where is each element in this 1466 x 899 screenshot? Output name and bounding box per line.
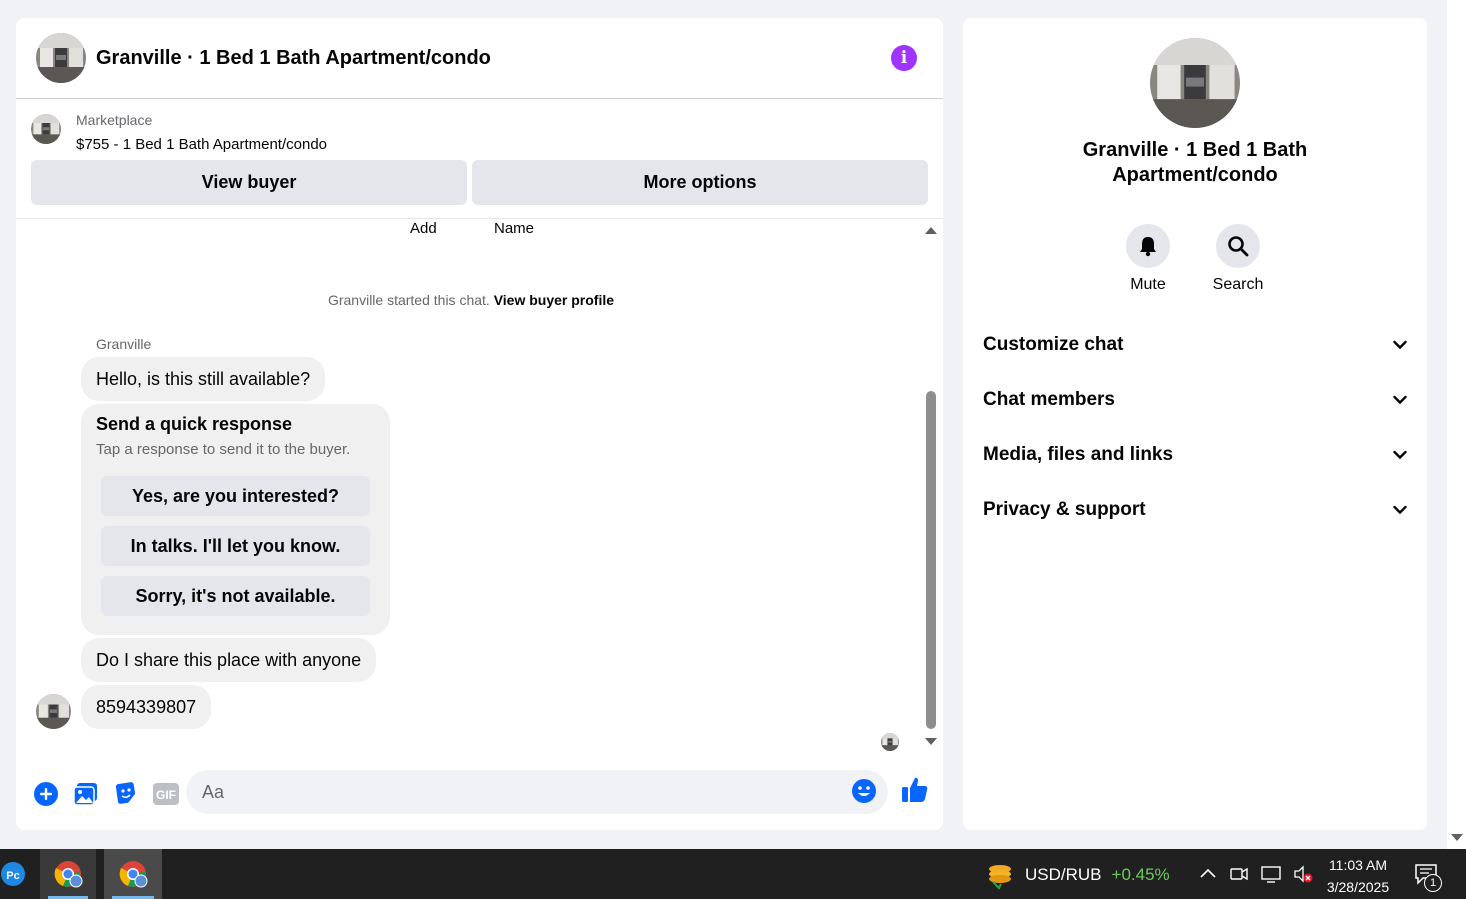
chevron-up-icon[interactable] [1198,864,1218,884]
quick-response-subtitle: Tap a response to send it to the buyer. [96,441,351,458]
svg-text:Pc: Pc [6,870,19,882]
taskbar-chrome-icon[interactable] [40,849,96,899]
more-options-button[interactable]: More options [472,160,928,205]
message-bubble[interactable]: Do I share this place with anyone [81,638,377,682]
section-privacy-support[interactable]: Privacy & support [983,490,1407,530]
scroll-up-arrow-icon[interactable] [925,227,937,234]
page-scrollbar-track[interactable] [1447,0,1466,849]
emoji-icon[interactable] [851,778,877,809]
message-list: Add Name Granville started this chat. Vi… [16,220,943,760]
message-bubble[interactable]: Hello, is this still available? [81,357,326,401]
sender-name: Granville [96,336,152,352]
section-chat-members[interactable]: Chat members [983,380,1407,420]
search-button[interactable]: Search [1203,224,1273,294]
camera-icon[interactable] [1228,863,1250,885]
sender-avatar[interactable] [36,694,71,729]
system-tray [1198,863,1314,885]
page-scroll-down-icon[interactable] [1451,834,1463,841]
quick-response-title: Send a quick response [96,414,293,434]
listing-thumbnail[interactable] [31,114,61,144]
scroll-thumb[interactable] [926,391,936,729]
info-avatar[interactable] [1150,38,1240,128]
currency-ticker-widget[interactable]: USD/RUB +0.45% [985,860,1170,890]
section-customize-chat[interactable]: Customize chat [983,325,1407,365]
sticker-icon[interactable] [106,774,146,814]
message-bubble[interactable]: 8594339807 [81,685,212,729]
quick-response-option[interactable]: Sorry, it's not available. [101,576,370,616]
quick-response-card: Send a quick response Tap a response to … [81,404,390,635]
chevron-down-icon [1393,340,1407,350]
chat-started-notice: Granville started this chat. View buyer … [327,292,615,308]
ticker-change: +0.45% [1111,865,1170,884]
info-title: Granville · 1 Bed 1 Bath Apartment/condo [1082,139,1308,186]
add-label[interactable]: Add [410,220,437,237]
listing-source: Marketplace [76,112,153,128]
mute-button[interactable]: Mute [1113,224,1183,294]
volume-muted-icon[interactable] [1292,863,1314,885]
search-icon [1228,236,1249,257]
scroll-down-arrow-icon[interactable] [925,738,937,745]
listing-banner: Marketplace $755 - 1 Bed 1 Bath Apartmen… [16,99,943,219]
info-icon[interactable]: i [891,45,917,71]
chevron-down-icon [1393,450,1407,460]
svg-text:GIF: GIF [156,788,176,802]
taskbar-chrome-icon[interactable] [104,849,162,899]
conversation-avatar[interactable] [36,33,86,83]
taskbar: Pc USD/RUB +0.45% 11:03 AM 3/28/2025 1 [0,849,1466,899]
quick-response-option[interactable]: Yes, are you interested? [101,476,370,516]
notification-count-badge: 1 [1424,874,1442,892]
chat-panel: Granville · 1 Bed 1 Bath Apartment/condo… [16,18,943,830]
network-icon[interactable] [1260,863,1282,885]
read-receipt-avatar [881,733,899,751]
search-label: Search [1212,276,1264,293]
name-label[interactable]: Name [494,220,534,237]
chat-info-panel: Granville · 1 Bed 1 Bath Apartment/condo… [963,18,1427,830]
coins-icon [989,865,1011,890]
chat-title[interactable]: Granville · 1 Bed 1 Bath Apartment/condo [96,47,891,70]
thumbs-up-icon[interactable] [900,775,930,810]
bell-icon [1140,237,1156,257]
plus-icon[interactable] [26,774,66,814]
chevron-down-icon [1393,395,1407,405]
system-clock[interactable]: 11:03 AM 3/28/2025 [1318,854,1398,898]
chevron-down-icon [1393,505,1407,515]
view-buyer-button[interactable]: View buyer [31,160,467,205]
section-media-files-links[interactable]: Media, files and links [983,435,1407,475]
photo-icon[interactable] [66,774,106,814]
quick-response-option[interactable]: In talks. I'll let you know. [101,526,370,566]
mute-label: Mute [1130,276,1166,293]
gif-icon[interactable]: GIF [146,774,186,814]
taskbar-app-pc-icon[interactable]: Pc [0,849,28,899]
message-input[interactable] [186,770,888,814]
ticker-pair: USD/RUB [1025,865,1102,884]
composer: GIF [16,768,943,820]
chat-header: Granville · 1 Bed 1 Bath Apartment/condo… [16,18,943,99]
listing-price-title[interactable]: $755 - 1 Bed 1 Bath Apartment/condo [76,134,327,156]
view-buyer-profile-link[interactable]: View buyer profile [494,292,614,308]
message-scrollbar[interactable] [923,221,939,753]
